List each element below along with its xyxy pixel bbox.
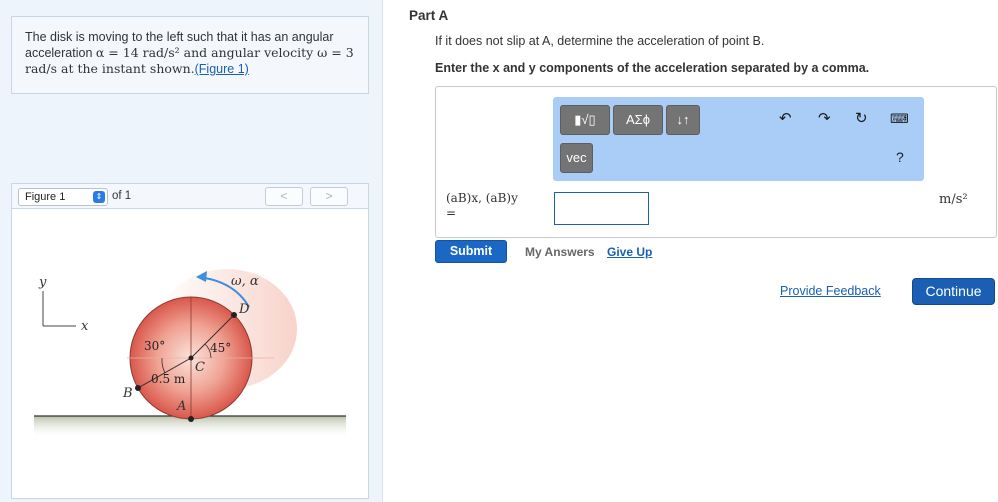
problem-alpha: α = 14 rad/s² and angular velocity ω = 3 xyxy=(95,45,354,60)
angle-45-label: 45° xyxy=(210,341,231,355)
figure-count: of 1 xyxy=(112,190,132,202)
submit-button[interactable]: Submit xyxy=(435,240,507,263)
answer-label-equals: = xyxy=(446,206,457,220)
math-toolbar: ▮√▯ ΑΣϕ ↓↑ vec ↶ ↷ ↻ ⌨ ? xyxy=(553,97,924,181)
next-figure-button[interactable]: > xyxy=(310,187,348,206)
reset-icon[interactable]: ↻ xyxy=(855,109,868,127)
figure-link[interactable]: (Figure 1) xyxy=(195,62,249,76)
prev-figure-button[interactable]: < xyxy=(265,187,303,206)
point-a-dot xyxy=(188,416,194,422)
point-c-label: C xyxy=(195,360,205,375)
point-c-dot xyxy=(188,355,194,361)
answer-input[interactable] xyxy=(554,192,649,225)
templates-button[interactable]: ▮√▯ xyxy=(560,105,610,135)
disk-figure: y x ω, α D C B A 30° 45° 0.5 m xyxy=(34,269,346,438)
point-b-label: B xyxy=(122,386,133,401)
symbols-button[interactable]: ΑΣϕ xyxy=(613,105,663,135)
continue-button[interactable]: Continue xyxy=(912,278,995,305)
problem-statement: The disk is moving to the left such that… xyxy=(11,16,369,94)
give-up-link[interactable]: Give Up xyxy=(607,245,652,259)
answer-unit: m/s² xyxy=(939,192,968,207)
point-b-dot xyxy=(135,385,141,391)
radius-label: 0.5 m xyxy=(151,372,186,386)
point-d-dot xyxy=(231,312,237,318)
angle-30-label: 30° xyxy=(144,339,165,353)
provide-feedback-link[interactable]: Provide Feedback xyxy=(780,284,881,298)
figure-toolbar: Figure 1 ⇕ of 1 < > xyxy=(11,183,369,209)
y-axis-label: y xyxy=(38,275,47,290)
omega-alpha-label: ω, α xyxy=(231,274,259,289)
chevron-updown-icon: ⇕ xyxy=(93,191,105,203)
help-icon[interactable]: ? xyxy=(896,149,904,165)
point-a-label: A xyxy=(176,399,186,414)
part-title: Part A xyxy=(409,8,449,23)
arrows-button[interactable]: ↓↑ xyxy=(666,105,700,135)
undo-icon[interactable]: ↶ xyxy=(779,109,792,127)
my-answers-button[interactable]: My Answers xyxy=(525,245,595,259)
question-text: If it does not slip at A, determine the … xyxy=(435,34,765,48)
left-pane: The disk is moving to the left such that… xyxy=(0,0,383,502)
figure-panel: y x ω, α D C B A 30° 45° 0.5 m xyxy=(11,209,369,499)
point-d-label: D xyxy=(238,302,250,317)
vec-button[interactable]: vec xyxy=(560,143,593,173)
figure-select[interactable]: Figure 1 ⇕ xyxy=(18,188,108,206)
figure-select-value: Figure 1 xyxy=(25,191,66,203)
redo-icon[interactable]: ↷ xyxy=(818,109,831,127)
answer-label-expr: (aB)x, (aB)y xyxy=(446,191,518,205)
answer-label: (aB)x, (aB)y = xyxy=(446,191,518,221)
problem-text-2: rad/s at the instant shown. xyxy=(25,61,195,76)
keyboard-icon[interactable]: ⌨ xyxy=(890,111,909,127)
x-axis-label: x xyxy=(81,319,89,334)
instruction-text: Enter the x and y components of the acce… xyxy=(435,61,870,75)
